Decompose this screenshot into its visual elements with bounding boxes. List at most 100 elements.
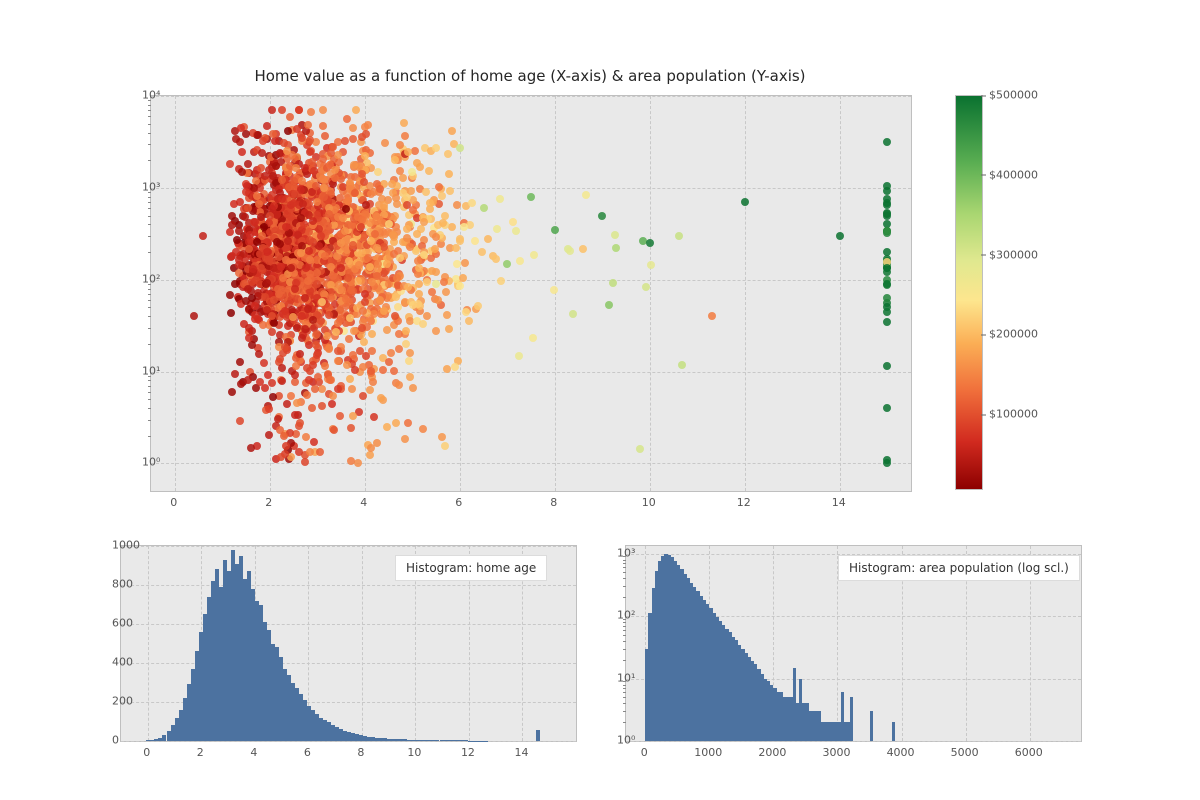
- data-point: [265, 431, 273, 439]
- data-point: [251, 218, 259, 226]
- data-point: [550, 286, 558, 294]
- data-point: [347, 424, 355, 432]
- data-point: [231, 370, 239, 378]
- data-point: [226, 291, 234, 299]
- data-point: [298, 177, 306, 185]
- data-point: [241, 213, 249, 221]
- data-point: [334, 357, 342, 365]
- data-point: [451, 363, 459, 371]
- data-point: [226, 160, 234, 168]
- data-point: [235, 269, 243, 277]
- data-point: [642, 283, 650, 291]
- x-tick-label: 4: [360, 496, 367, 509]
- data-point: [350, 327, 358, 335]
- data-point: [286, 113, 294, 121]
- data-point: [250, 184, 258, 192]
- data-point: [423, 312, 431, 320]
- data-point: [432, 233, 440, 241]
- data-point: [432, 268, 440, 276]
- data-point: [368, 347, 376, 355]
- data-point: [313, 269, 321, 277]
- data-point: [395, 381, 403, 389]
- data-point: [406, 373, 414, 381]
- data-point: [277, 453, 285, 461]
- data-point: [401, 435, 409, 443]
- data-point: [334, 151, 342, 159]
- data-point: [403, 225, 411, 233]
- data-point: [301, 294, 309, 302]
- data-point: [598, 212, 606, 220]
- data-point: [883, 459, 891, 467]
- data-point: [282, 442, 290, 450]
- data-point: [346, 314, 354, 322]
- data-point: [302, 264, 310, 272]
- data-point: [297, 249, 305, 257]
- data-point: [244, 285, 252, 293]
- data-point: [419, 425, 427, 433]
- data-point: [271, 137, 279, 145]
- data-point: [338, 286, 346, 294]
- data-point: [334, 347, 342, 355]
- data-point: [287, 213, 295, 221]
- data-point: [329, 272, 337, 280]
- x-tick-label: 6: [455, 496, 462, 509]
- data-point: [406, 243, 414, 251]
- data-point: [282, 256, 290, 264]
- figure: Home value as a function of home age (X-…: [0, 0, 1200, 800]
- data-point: [456, 237, 464, 245]
- data-point: [361, 152, 369, 160]
- data-point: [379, 228, 387, 236]
- data-point: [321, 362, 329, 370]
- data-point: [235, 227, 243, 235]
- data-point: [304, 305, 312, 313]
- colorbar-tick-label: $200000: [989, 328, 1038, 341]
- data-point: [328, 400, 336, 408]
- data-point: [292, 362, 300, 370]
- data-point: [295, 422, 303, 430]
- data-point: [373, 244, 381, 252]
- data-point: [419, 320, 427, 328]
- data-point: [456, 282, 464, 290]
- data-point: [309, 316, 317, 324]
- data-point: [283, 147, 291, 155]
- data-point: [423, 278, 431, 286]
- data-point: [228, 388, 236, 396]
- data-point: [496, 195, 504, 203]
- data-point: [289, 313, 297, 321]
- data-point: [383, 260, 391, 268]
- data-point: [329, 392, 337, 400]
- data-point: [270, 319, 278, 327]
- data-point: [415, 290, 423, 298]
- data-point: [307, 108, 315, 116]
- data-point: [313, 330, 321, 338]
- data-point: [390, 367, 398, 375]
- data-point: [303, 391, 311, 399]
- data-point: [530, 251, 538, 259]
- data-point: [402, 327, 410, 335]
- data-point: [527, 193, 535, 201]
- colorbar-tick-label: $500000: [989, 89, 1038, 102]
- data-point: [342, 295, 350, 303]
- data-point: [228, 221, 236, 229]
- data-point: [235, 256, 243, 264]
- data-point: [343, 115, 351, 123]
- data-point: [281, 307, 289, 315]
- x-tick-label: 14: [832, 496, 846, 509]
- data-point: [883, 138, 891, 146]
- data-point: [301, 458, 309, 466]
- data-point: [305, 228, 313, 236]
- x-tick-label: 4: [250, 746, 257, 759]
- data-point: [675, 232, 683, 240]
- data-point: [448, 223, 456, 231]
- colorbar: $100000$200000$300000$400000$500000: [955, 95, 1045, 490]
- data-point: [308, 404, 316, 412]
- data-point: [305, 247, 313, 255]
- data-point: [360, 338, 368, 346]
- data-point: [344, 274, 352, 282]
- data-point: [280, 432, 288, 440]
- data-point: [836, 232, 844, 240]
- data-point: [636, 445, 644, 453]
- data-point: [256, 250, 264, 258]
- data-point: [260, 223, 268, 231]
- data-point: [492, 255, 500, 263]
